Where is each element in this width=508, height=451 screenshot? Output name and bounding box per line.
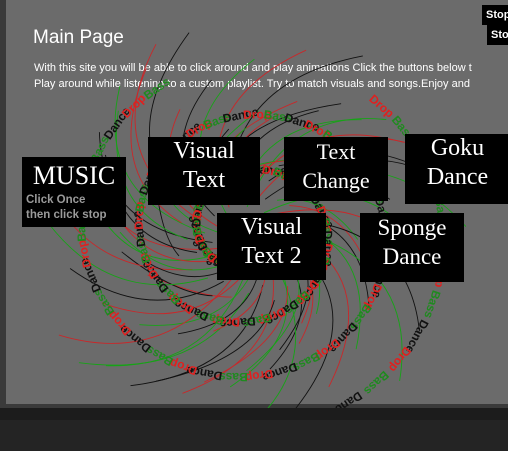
- sponge-dance-button[interactable]: Sponge Dance: [360, 213, 464, 282]
- text-change-label-1: Text: [316, 139, 356, 164]
- stop-button-secondary[interactable]: Sto: [487, 25, 508, 45]
- goku-dance-label-1: Goku: [430, 135, 485, 161]
- animation-word: Bass: [141, 74, 173, 102]
- bottom-bar: [0, 408, 508, 451]
- visual-text-label-2: Text: [182, 167, 226, 193]
- music-button-label: MUSIC: [32, 161, 116, 190]
- goku-dance-label-2: Dance: [426, 164, 489, 190]
- sponge-dance-label-1: Sponge: [377, 215, 447, 240]
- visual-text-2-label-2: Text 2: [241, 243, 302, 269]
- bottom-strip: [0, 420, 508, 451]
- visual-text-2-label-1: Visual: [240, 214, 303, 240]
- text-change-button[interactable]: Text Change: [284, 137, 388, 201]
- visual-text-2-button[interactable]: Visual Text 2: [217, 213, 326, 280]
- goku-dance-button[interactable]: Goku Dance: [405, 134, 508, 204]
- animation-word: Bass: [421, 289, 443, 321]
- sponge-dance-label-2: Dance: [382, 244, 442, 269]
- main-page-frame: Main Page With this site you will be abl…: [0, 0, 508, 408]
- text-change-label-2: Change: [302, 168, 370, 193]
- animation-word: Drop: [386, 344, 414, 375]
- visual-text-label-1: Visual: [173, 138, 235, 164]
- music-hint-line-1: Click Once: [26, 194, 86, 206]
- music-hint: Click Once then click stop: [26, 193, 107, 223]
- animation-word: Bass: [361, 368, 392, 398]
- animation-word: Drop: [366, 92, 396, 121]
- visual-text-button[interactable]: Visual Text: [148, 137, 260, 205]
- music-hint-line-2: then click stop: [26, 209, 107, 221]
- animation-word: Dance: [327, 389, 365, 408]
- stop-button[interactable]: Stop...: [482, 5, 508, 25]
